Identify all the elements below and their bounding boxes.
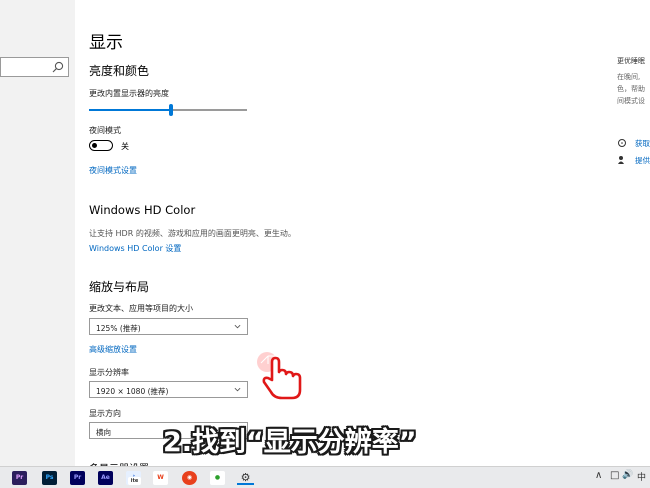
tray-network-icon[interactable]: □ [610,470,619,481]
taskbar-app-after-effects[interactable]: Ae [98,471,113,485]
resolution-label: 显示分辨率 [89,368,129,377]
taskbar-app-ite[interactable]: ite [128,477,141,485]
hd-color-title: Windows HD Color [89,203,196,217]
resolution-dropdown[interactable]: 1920 × 1080 (推荐) [89,381,248,398]
tutorial-caption: 2.找到“显示分辨率” [163,427,417,458]
app-icon-label: Ps [45,474,54,481]
night-light-toggle[interactable] [89,140,113,151]
hd-color-description: 让支持 HDR 的视频、游戏和应用的画面更明亮、更生动。 [89,229,296,238]
app-icon-label: ◉ [186,474,193,481]
right-panel-text: 在晚间, [617,73,641,81]
app-icon-label: ite [130,478,139,484]
right-panel-text: 间模式设 [617,97,645,105]
app-icon-label: ● [214,474,221,481]
scale-dropdown-value: 125% (推荐) [96,324,141,333]
chevron-down-icon [234,324,241,329]
scale-size-label: 更改文本、应用等项目的大小 [89,304,193,313]
taskbar-app-premiere[interactable]: Pr [70,471,85,485]
night-light-label: 夜间模式 [89,126,121,135]
taskbar: Pr Ps Pr Ae ♪ ite W ◉ ● ⚙ ∧ □ 🔊 中 [0,466,650,488]
taskbar-app-settings[interactable]: ⚙ [237,471,254,485]
right-panel-text: 色，帮助 [617,85,645,93]
display-settings-page: 显示 亮度和颜色 更改内置显示器的亮度 夜间模式 关 夜间模式设置 Window… [75,0,605,475]
orientation-dropdown-value: 横向 [96,428,111,437]
page-title: 显示 [89,33,123,53]
app-icon-label: W [157,474,164,481]
pointing-hand-icon [260,355,302,400]
resolution-dropdown-value: 1920 × 1080 (推荐) [96,387,169,396]
tray-ime-indicator[interactable]: 中 [637,470,646,483]
section-scale-title: 缩放与布局 [89,280,150,294]
app-icon-label: Ae [101,474,110,481]
search-icon [52,61,64,73]
app-icon-label: Pr [15,474,24,481]
slider-thumb[interactable] [169,104,174,116]
taskbar-app-premiere-rush[interactable]: Pr [12,471,27,485]
hd-color-settings-link[interactable]: Windows HD Color 设置 [89,243,181,254]
tray-volume-icon[interactable]: 🔊 [622,470,633,480]
slider-fill [89,109,172,111]
advanced-scaling-link[interactable]: 高级缩放设置 [89,344,137,355]
related-info-panel: 更优睡眠 在晚间, 色，帮助 间模式设 获取 提供 [605,0,650,466]
night-light-state: 关 [121,142,129,151]
toggle-knob [92,142,97,148]
taskbar-app-photoshop[interactable]: Ps [42,471,57,485]
taskbar-app-wechat[interactable]: ● [210,471,225,485]
scale-dropdown[interactable]: 125% (推荐) [89,318,248,335]
right-panel-title: 更优睡眠 [617,57,645,65]
settings-sidebar [0,0,75,466]
gear-icon: ⚙ [240,471,251,484]
help-chat-icon [618,139,626,147]
tray-overflow-chevron-icon[interactable]: ∧ [595,470,602,481]
night-light-settings-link[interactable]: 夜间模式设置 [89,165,137,176]
chevron-down-icon [234,387,241,392]
section-brightness-title: 亮度和颜色 [89,64,150,78]
taskbar-app-wps[interactable]: W [153,471,168,485]
search-input[interactable] [0,57,69,77]
orientation-label: 显示方向 [89,409,121,418]
get-help-link[interactable]: 获取 [635,138,650,149]
brightness-slider[interactable] [89,104,247,116]
brightness-slider-label: 更改内置显示器的亮度 [89,89,169,98]
feedback-icon [618,156,624,164]
give-feedback-link[interactable]: 提供 [635,155,650,166]
taskbar-app-netease[interactable]: ◉ [182,471,197,485]
app-icon-label: Pr [73,474,82,481]
